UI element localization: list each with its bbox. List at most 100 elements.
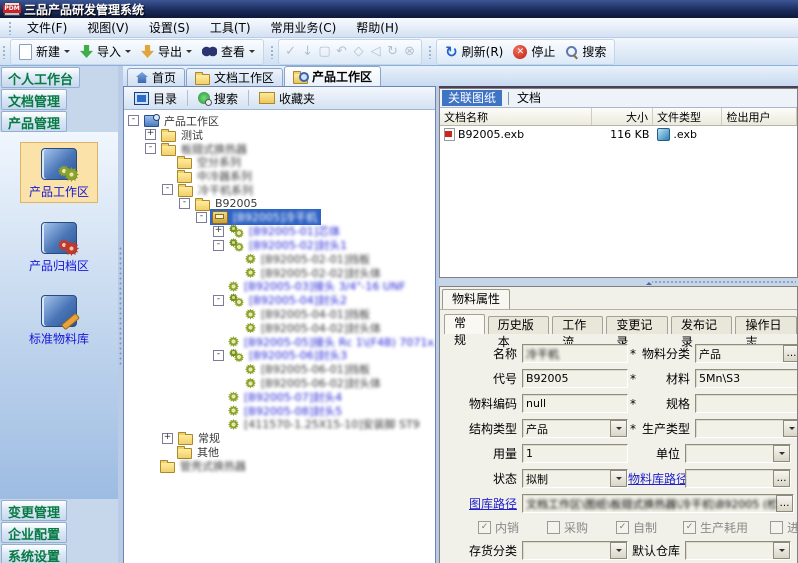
dropdown-button[interactable] [783, 420, 797, 437]
sidebar-item-archive[interactable]: 产品归档区 [21, 217, 97, 276]
tree-item[interactable]: [411570-1.25X15-10]安装脚 ST9 [124, 418, 435, 432]
tab-props-2[interactable]: 工作流 [552, 316, 603, 334]
tree-item[interactable]: -冷干机系列 [124, 183, 435, 197]
tree-expander-minus[interactable]: - [179, 198, 190, 209]
field-input[interactable] [685, 444, 791, 463]
tab-documents[interactable]: 文档 [511, 90, 547, 106]
file-row[interactable]: B92005.exb116 KB.exb [440, 126, 797, 142]
material-properties-panel: 物料属性 常规历史版本工作流变更记录发布记录操作日志 名称冷干机*物料分类产品…… [439, 286, 798, 563]
menu-item-business[interactable]: 常用业务(C) [262, 18, 346, 37]
tab-related-drawings[interactable]: 关联图纸 [442, 90, 502, 106]
checkbox-3[interactable]: ✓生产耗用 [683, 519, 748, 536]
menu-item-settings[interactable]: 设置(S) [140, 18, 199, 37]
column-header[interactable]: 文件类型 [653, 108, 723, 125]
menu-item-help[interactable]: 帮助(H) [347, 18, 407, 37]
part-gear-icon [245, 253, 256, 264]
field-input[interactable] [695, 419, 797, 438]
tree-expander-plus[interactable]: + [145, 129, 156, 140]
tab-props-5[interactable]: 操作日志 [735, 316, 797, 334]
checkbox-1[interactable]: 采购 [547, 519, 588, 536]
tree-item[interactable]: 空分系列 [124, 155, 435, 169]
tree-expander-minus[interactable]: - [213, 295, 224, 306]
sidebar-item-workspace[interactable]: 产品工作区 [20, 142, 98, 203]
tree-item[interactable]: -板翅式换热器 [124, 142, 435, 156]
link-field-2[interactable]: 物料库路径 [628, 470, 685, 487]
toolbar-search-button[interactable]: 搜索 [560, 41, 611, 62]
tree-toolbar-fav-button[interactable]: 收藏夹 [249, 88, 325, 109]
tab-product[interactable]: 产品工作区 [284, 66, 381, 86]
column-header[interactable]: 文档名称 [440, 108, 592, 125]
toolbar-new-button[interactable]: 新建 [14, 41, 75, 62]
tree-expander-plus[interactable]: + [162, 433, 173, 444]
field-input[interactable] [685, 541, 791, 560]
field-input[interactable]: 文档工作区\图纸\板翅式换热器\冷干机\B92005 (检修)\… [522, 494, 794, 513]
form-row: 图库路径文档工作区\图纸\板翅式换热器\冷干机\B92005 (检修)\…周 [440, 491, 797, 516]
collapse-handle[interactable] [646, 280, 796, 284]
tree-toolbar-search-button[interactable]: 搜索 [188, 88, 248, 109]
toolbar-export-button[interactable]: 导出 [136, 41, 197, 62]
tab-home[interactable]: 首页 [127, 68, 185, 86]
field-input[interactable]: 产品… [695, 344, 797, 363]
sidebar-button-bottom-2[interactable]: 系统设置 [1, 544, 67, 563]
horizontal-splitter[interactable] [439, 278, 798, 286]
sidebar-button-top-0[interactable]: 个人工作台 [1, 67, 80, 88]
field-input[interactable]: 拟制 [522, 469, 628, 488]
tree-expander-plus[interactable]: + [213, 226, 224, 237]
tree-expander-minus[interactable]: - [128, 115, 139, 126]
tree-expander-minus[interactable]: - [213, 350, 224, 361]
sidebar-button-bottom-0[interactable]: 变更管理 [1, 500, 67, 521]
menu-item-tools[interactable]: 工具(T) [201, 18, 260, 37]
sidebar-button-top-1[interactable]: 文档管理 [1, 89, 67, 110]
field-input[interactable]: 冷干机 [522, 344, 628, 363]
checkbox-4[interactable]: 进口 [770, 519, 797, 536]
tree-item[interactable]: 中冷器系列 [124, 169, 435, 183]
field-input[interactable]: 5Mn\S3 [695, 369, 797, 388]
tree-expander-minus[interactable]: - [213, 240, 224, 251]
field-input[interactable]: null [522, 394, 628, 413]
tree-item[interactable]: +测试 [124, 128, 435, 142]
sidebar-splitter[interactable] [118, 66, 123, 563]
tab-props-4[interactable]: 发布记录 [671, 316, 733, 334]
tab-material-properties[interactable]: 物料属性 [442, 289, 510, 309]
menu-item-file[interactable]: 文件(F) [18, 18, 76, 37]
tab-folder[interactable]: 文档工作区 [186, 68, 283, 86]
toolbar-import-button[interactable]: 导入 [75, 41, 136, 62]
sidebar-item-material[interactable]: 标准物料库 [21, 290, 97, 349]
field-input[interactable] [522, 541, 628, 560]
sidebar-button-bottom-1[interactable]: 企业配置 [1, 522, 67, 543]
browse-button[interactable]: … [773, 470, 790, 487]
tree-expander-minus[interactable]: - [162, 184, 173, 195]
toolbar-stop-button[interactable]: ✕停止 [508, 41, 560, 62]
link-field-1[interactable]: 图库路径 [442, 495, 522, 512]
tab-props-1[interactable]: 历史版本 [488, 316, 550, 334]
tree-item[interactable]: 管壳式换热器 [124, 459, 435, 473]
field-input[interactable]: 产品 [522, 419, 628, 438]
checkbox-2[interactable]: ✓自制 [616, 519, 657, 536]
column-header[interactable]: 大小 [592, 108, 653, 125]
toolbar-view-button[interactable]: 查看 [197, 41, 260, 62]
tab-props-0[interactable]: 常规 [444, 314, 485, 334]
field-input[interactable]: … [685, 469, 791, 488]
browse-button[interactable]: … [776, 495, 793, 512]
dropdown-button[interactable] [773, 445, 790, 462]
browse-button[interactable]: … [783, 345, 797, 362]
dropdown-button[interactable] [610, 420, 627, 437]
sidebar-button-top-2[interactable]: 产品管理 [1, 111, 67, 132]
field-input[interactable]: B92005 [522, 369, 628, 388]
column-header[interactable]: 检出用户 [722, 108, 797, 125]
tree-item[interactable]: +常规 [124, 431, 435, 445]
dropdown-button[interactable] [773, 542, 790, 559]
checkbox-0[interactable]: ✓内销 [478, 519, 519, 536]
field-input[interactable]: 1 [522, 444, 628, 463]
tab-props-3[interactable]: 变更记录 [606, 316, 668, 334]
tree-item-label: [411570-1.25X15-10]安装脚 ST9 [242, 416, 422, 432]
tree-toolbar-dir-button[interactable]: 目录 [124, 88, 187, 109]
tree-expander-minus[interactable]: - [145, 143, 156, 154]
menu-item-view[interactable]: 视图(V) [78, 18, 138, 37]
toolbar-refresh-button[interactable]: ↻刷新(R) [440, 41, 508, 62]
field-input[interactable] [695, 394, 797, 413]
dropdown-button[interactable] [610, 542, 627, 559]
part-gear-icon [245, 267, 256, 278]
dropdown-button[interactable] [610, 470, 627, 487]
tree-expander-minus[interactable]: - [196, 212, 207, 223]
